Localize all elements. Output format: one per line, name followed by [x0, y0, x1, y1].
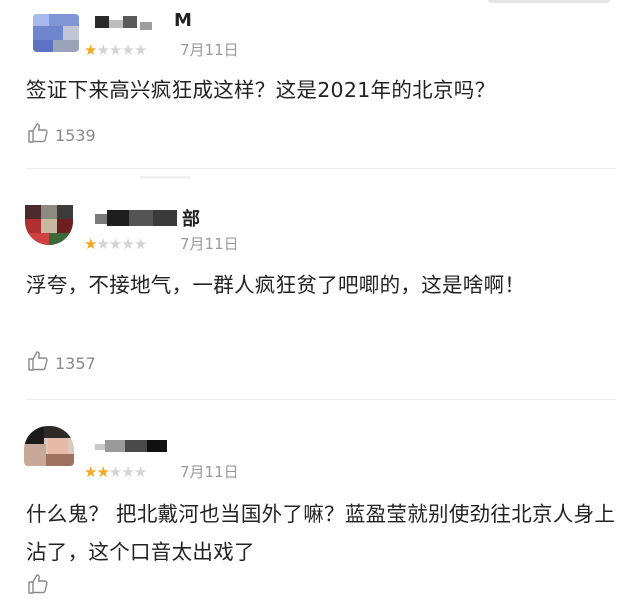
divider [26, 168, 616, 169]
thumbs-up-icon [26, 572, 50, 600]
review-text: 什么鬼？ 把北戴河也当国外了嘛？蓝盈莹就别使劲往北京人身上沾了，这个口音太出戏了 [26, 502, 616, 564]
review-text: 签证下来高兴疯狂成这样？这是2021年的北京吗？ [26, 78, 496, 102]
divider [140, 176, 190, 179]
avatar[interactable] [25, 205, 73, 245]
like-button[interactable]: 1539 [26, 121, 96, 149]
rating-stars: ★★★★★ [84, 41, 147, 59]
star-filled-icon: ★ [84, 235, 97, 253]
review-date: 7月11日 [180, 41, 239, 59]
thumbs-up-icon [26, 121, 50, 149]
top-scroll-indicator [488, 0, 610, 3]
star-empty-icon: ★ [121, 463, 134, 481]
like-count: 1357 [55, 353, 96, 373]
like-button[interactable] [26, 572, 55, 600]
star-empty-icon: ★ [96, 235, 109, 253]
avatar[interactable] [33, 14, 79, 52]
username[interactable]: M [174, 10, 192, 31]
star-empty-icon: ★ [121, 235, 134, 253]
avatar[interactable] [24, 426, 74, 466]
divider [26, 399, 616, 400]
like-button[interactable]: 1357 [26, 349, 96, 377]
star-filled-icon: ★ [84, 463, 97, 481]
review-date: 7月11日 [180, 463, 239, 481]
star-empty-icon: ★ [108, 235, 122, 253]
rating-stars: ★★★★★ [84, 235, 147, 253]
review-date: 7月11日 [180, 235, 239, 253]
like-count: 1539 [55, 125, 96, 145]
username[interactable]: 部 [182, 205, 200, 231]
star-empty-icon: ★ [133, 463, 147, 481]
star-filled-icon: ★ [96, 463, 109, 481]
review-text: 浮夸，不接地气，一群人疯狂贫了吧唧的，这是啥啊！ [26, 273, 526, 297]
star-empty-icon: ★ [121, 41, 134, 59]
star-filled-icon: ★ [84, 41, 97, 59]
star-empty-icon: ★ [108, 41, 122, 59]
thumbs-up-icon [26, 349, 50, 377]
star-empty-icon: ★ [108, 463, 122, 481]
rating-stars: ★★★★★ [84, 463, 147, 481]
star-empty-icon: ★ [96, 41, 109, 59]
star-empty-icon: ★ [133, 41, 147, 59]
star-empty-icon: ★ [133, 235, 147, 253]
